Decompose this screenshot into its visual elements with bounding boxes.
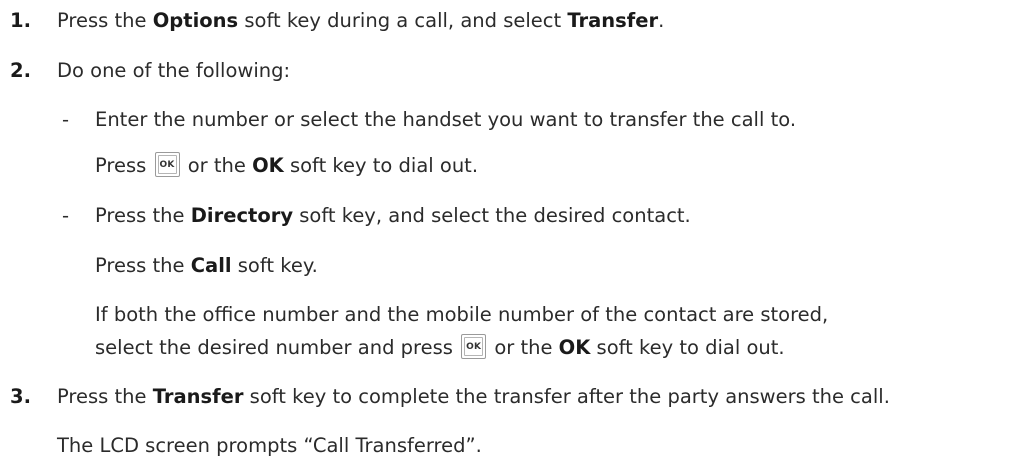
text: Press the [95,204,191,227]
text: or the [181,154,253,177]
option-a-line-1: Enter the number or select the handset y… [95,108,797,131]
step-1-text: Press the Options soft key during a call… [57,9,664,33]
bullet-dash: - [62,204,70,227]
transfer-label: Transfer [567,9,659,32]
bullet-dash: - [62,108,70,131]
text: soft key during a call, and select [238,9,568,32]
ok-softkey-label: OK [252,154,284,177]
text: soft key to dial out. [283,154,479,177]
options-softkey-label: Options [152,9,239,32]
step-number: 1. [10,9,31,32]
text: Press [95,154,153,177]
option-a-line-2: Press OK or the OK soft key to dial out. [95,152,479,179]
text: soft key, and select the desired contact… [293,204,691,227]
ok-key-label: OK [157,155,177,174]
ok-key-icon: OK [154,152,180,177]
text: Press the [95,254,191,277]
ok-key-icon: OK [461,334,487,359]
directory-softkey-label: Directory [190,204,294,227]
text: Press the [57,9,153,32]
text: soft key to dial out. [590,336,785,359]
text: or the [488,336,559,359]
call-softkey-label: Call [190,254,232,277]
option-b-line-4: select the desired number and press OK o… [95,334,785,361]
step-number: 2. [10,59,31,82]
option-b-line-3: If both the office number and the mobile… [95,303,829,326]
step-3-text: Press the Transfer soft key to complete … [57,385,890,409]
text: Press the [57,385,153,408]
ok-key-label: OK [464,337,484,356]
text: soft key. [231,254,318,277]
option-b-line-2: Press the Call soft key. [95,254,318,278]
text: . [658,9,665,32]
option-b-line-1: Press the Directory soft key, and select… [95,204,691,228]
text: select the desired number and press [95,336,460,359]
step-number: 3. [10,385,31,408]
step-3-note: The LCD screen prompts “Call Transferred… [57,434,482,457]
text: soft key to complete the transfer after … [243,385,890,408]
step-2-text: Do one of the following: [57,59,291,82]
ok-softkey-label: OK [558,336,591,359]
transfer-softkey-label: Transfer [152,385,244,408]
